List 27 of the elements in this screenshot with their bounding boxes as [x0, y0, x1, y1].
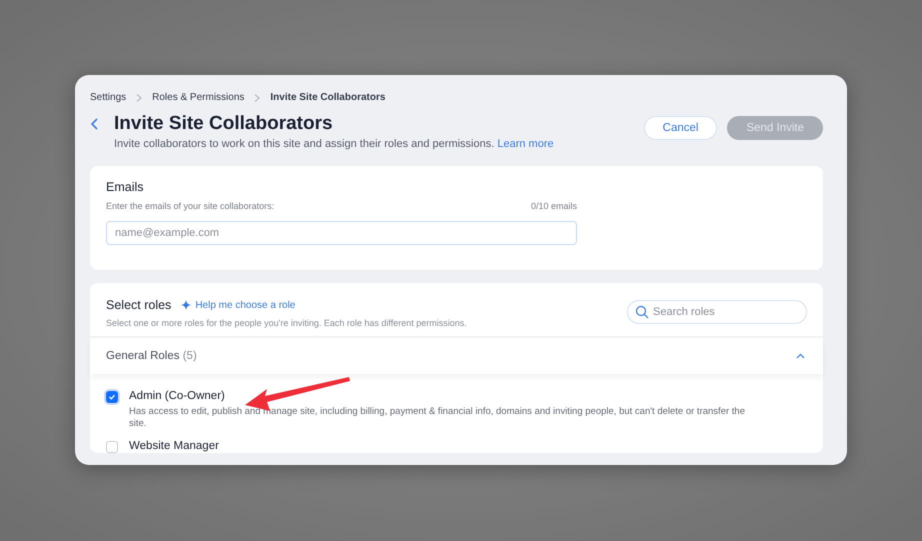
section-title: Emails — [106, 180, 145, 194]
breadcrumb-link[interactable]: Settings — [90, 92, 126, 103]
search-icon — [635, 305, 649, 319]
field-hint: Enter the emails of your site collaborators: — [106, 201, 274, 211]
section-subtitle: Select one or more roles for the people you're inviting. Each role has different permissions. — [106, 318, 467, 328]
page-subtitle: Invite collaborators to work on this site and assign their roles and permissions. Learn more — [114, 138, 554, 150]
breadcrumb-link[interactable]: Roles & Permissions — [152, 92, 244, 103]
role-group-header[interactable]: General Roles (5) — [90, 338, 823, 374]
section-title: Select roles — [106, 298, 172, 312]
role-name: Admin (Co-Owner) — [129, 390, 226, 402]
role-description: Has access to edit, publish and manage site, including billing, payment & financial info, domains and inviting people, but can't delete or transfer the site. — [129, 406, 746, 431]
sparkle-icon — [181, 300, 192, 310]
help-link[interactable]: Help me choose a role — [181, 300, 296, 310]
checkbox[interactable] — [106, 391, 118, 403]
back-icon[interactable] — [90, 117, 100, 131]
chevron-right-icon — [136, 94, 142, 102]
chevron-right-icon — [254, 94, 260, 102]
learn-more-link[interactable]: Learn more — [497, 138, 554, 150]
email-counter: 0/10 emails — [530, 201, 577, 211]
checkmark-icon — [108, 393, 116, 401]
cancel-button[interactable]: Cancel — [644, 116, 718, 140]
page-title: Invite Site Collaborators — [114, 113, 333, 135]
role-name: Website Manager — [129, 440, 219, 452]
group-title: General Roles (5) — [106, 350, 197, 362]
chevron-up-icon — [796, 353, 805, 359]
search-field[interactable]: Search roles — [627, 300, 807, 324]
email-input-field[interactable]: name@example.com — [106, 221, 577, 245]
